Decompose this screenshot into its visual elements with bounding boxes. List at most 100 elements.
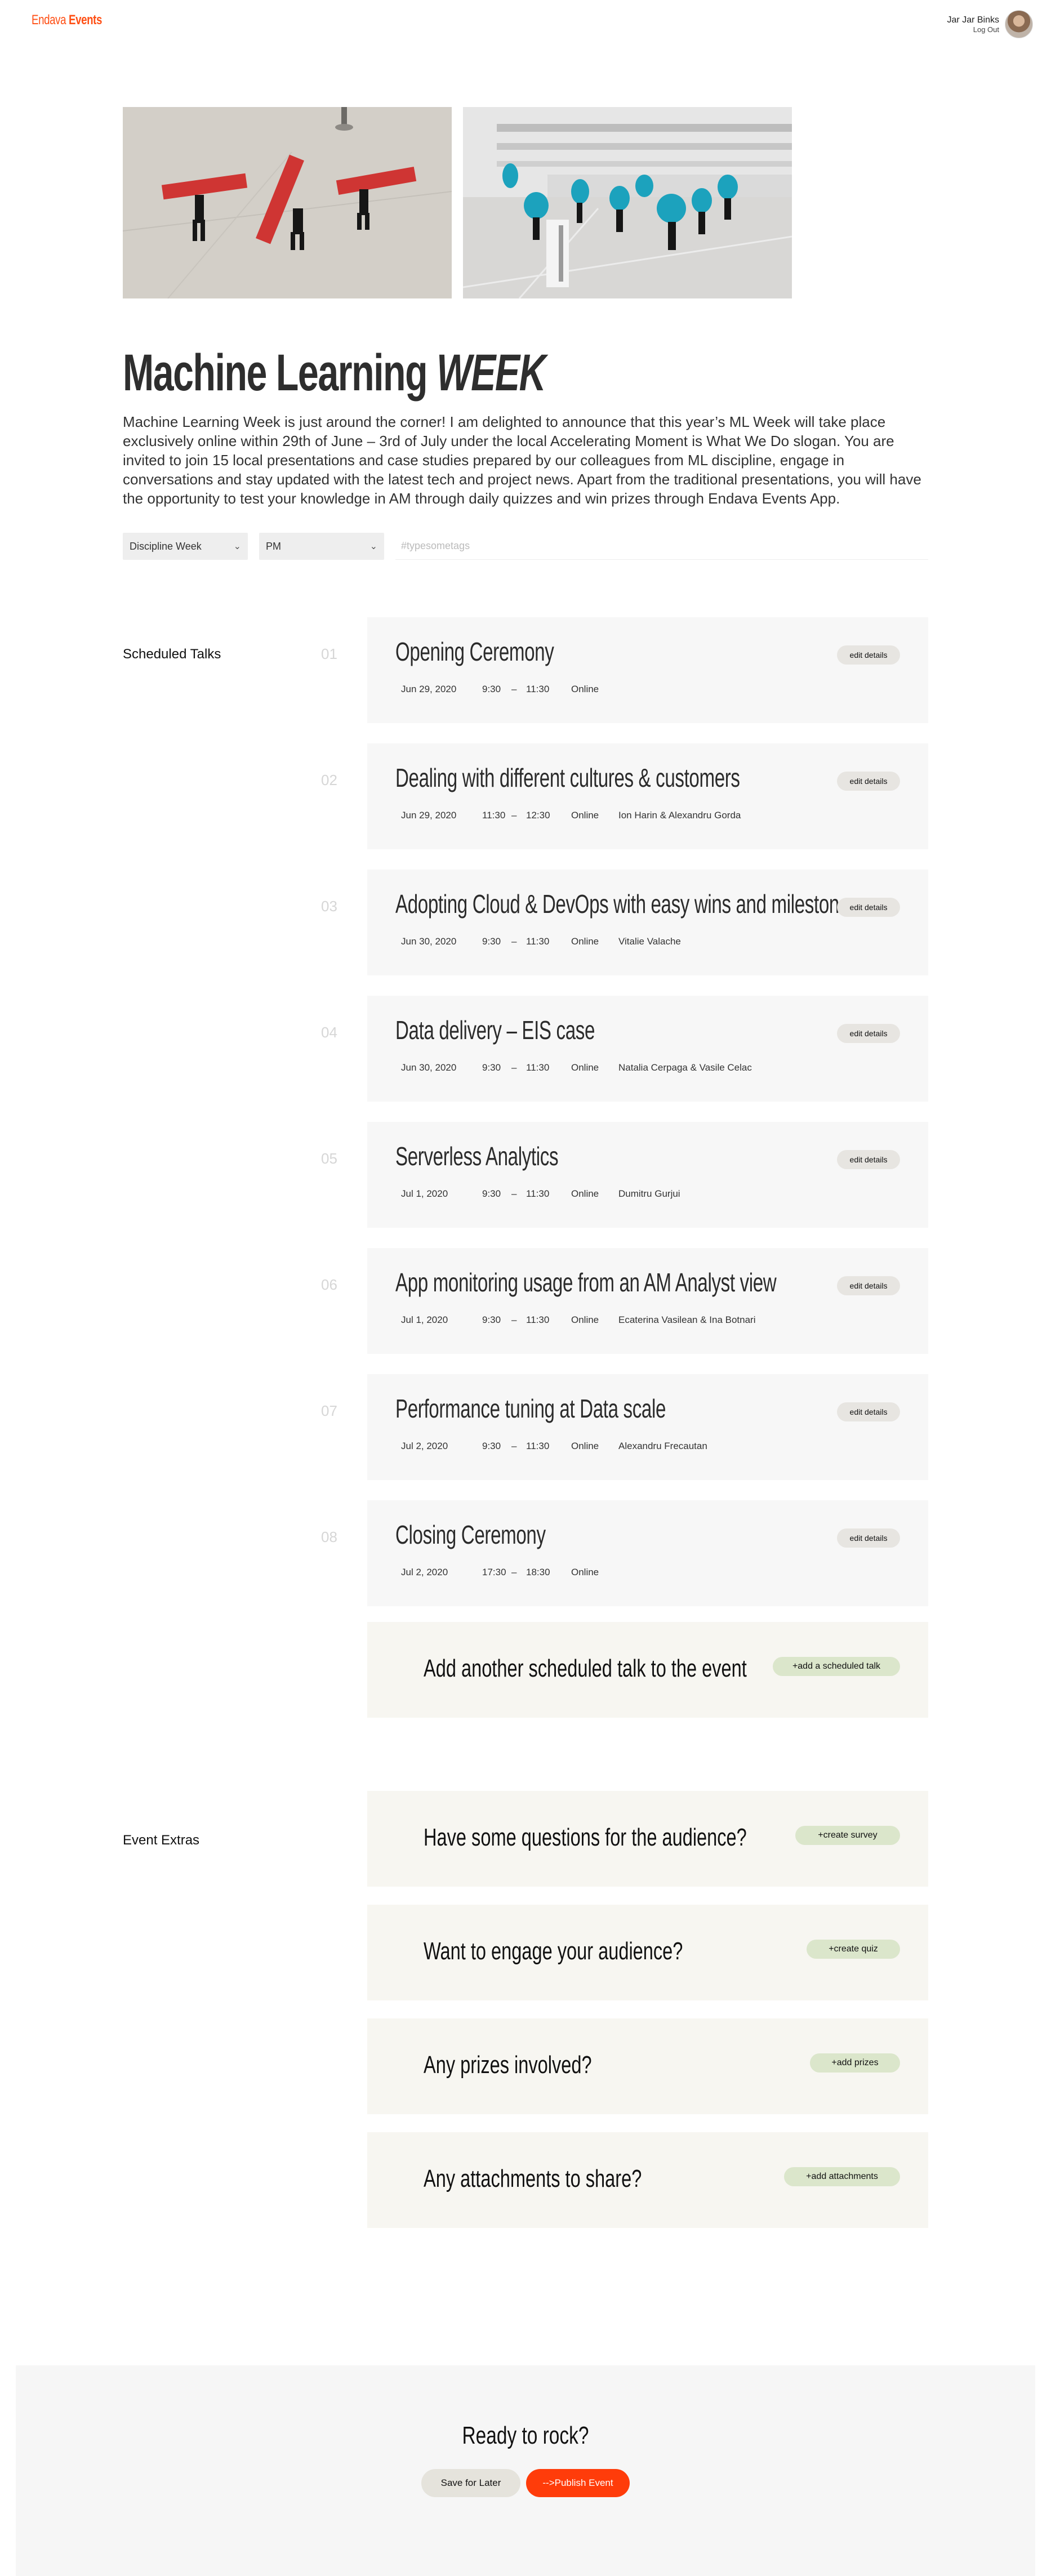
save-for-later-button[interactable]: Save for Later: [421, 2469, 520, 2497]
talk-number: 02: [321, 772, 337, 788]
talk-start-time: 11:30: [482, 810, 506, 821]
extra-text: Any attachments to share?: [424, 2165, 642, 2192]
talk-title: Opening Ceremony: [395, 637, 554, 666]
edit-details-button[interactable]: edit details: [837, 1276, 900, 1295]
talk-title: Adopting Cloud & DevOps with easy wins a…: [395, 889, 865, 919]
talk-meta: Jun 29, 2020 9:30–11:30 Online: [401, 684, 618, 695]
talk-start-time: 17:30: [482, 1567, 506, 1577]
edit-details-button[interactable]: edit details: [837, 1024, 900, 1043]
talk-card[interactable]: Opening Ceremony edit details Jun 29, 2020…: [367, 617, 928, 723]
talk-card[interactable]: Performance tuning at Data scale edit det…: [367, 1374, 928, 1480]
talk-start-time: 9:30: [482, 1188, 501, 1199]
time-separator: –: [511, 684, 517, 694]
talk-location: Online: [571, 810, 599, 821]
add-talk-card: Add another scheduled talk to the event …: [367, 1622, 928, 1718]
talk-location: Online: [571, 936, 599, 947]
brand-logo[interactable]: Endava Events: [32, 12, 122, 28]
talk-end-time: 11:30: [526, 684, 550, 694]
talk-end-time: 11:30: [526, 1188, 550, 1199]
event-type-value: Discipline Week: [130, 540, 202, 552]
talk-start-time: 9:30: [482, 1062, 501, 1073]
user-menu[interactable]: Jar Jar Binks Log Out: [947, 10, 1033, 38]
time-separator: –: [511, 936, 517, 947]
avatar[interactable]: [1005, 10, 1033, 38]
chevron-down-icon: ⌄: [233, 542, 241, 551]
talk-start-time: 9:30: [482, 1314, 501, 1325]
talk-card[interactable]: Serverless Analytics edit details Jul 1, 2…: [367, 1122, 928, 1228]
talk-card[interactable]: App monitoring usage from an AM Analyst …: [367, 1248, 928, 1354]
talk-card[interactable]: Dealing with different cultures & custom…: [367, 743, 928, 849]
talk-speakers: Ecaterina Vasilean & Ina Botnari: [618, 1314, 756, 1325]
talk-title: Performance tuning at Data scale: [395, 1394, 666, 1423]
talk-end-time: 12:30: [526, 810, 550, 821]
edit-details-button[interactable]: edit details: [837, 645, 900, 665]
talk-speakers: Natalia Cerpaga & Vasile Celac: [618, 1062, 752, 1073]
time-separator: –: [511, 1062, 517, 1073]
talk-speakers: Ion Harin & Alexandru Gorda: [618, 810, 741, 821]
talk-start-time: 9:30: [482, 684, 501, 694]
talk-location: Online: [571, 1188, 599, 1199]
talk-meta: Jun 30, 2020 9:30–11:30 Online Vitalie Vala…: [401, 936, 681, 947]
tags-input[interactable]: #typesometags: [395, 533, 928, 560]
talk-start-time: 9:30: [482, 936, 501, 947]
edit-details-button[interactable]: edit details: [837, 1402, 900, 1421]
time-separator: –: [511, 1314, 517, 1325]
title-week: WEEK: [437, 344, 546, 402]
edit-details-button[interactable]: edit details: [837, 898, 900, 917]
edit-details-button[interactable]: edit details: [837, 1528, 900, 1548]
extra-action-button[interactable]: +add prizes: [810, 2053, 900, 2073]
time-separator: –: [511, 1188, 517, 1199]
talk-meta: Jul 2, 2020 17:30–18:30 Online: [401, 1567, 618, 1578]
extra-action-button[interactable]: +add attachments: [784, 2167, 900, 2186]
talk-number: 03: [321, 898, 337, 915]
brand-name: Endava: [32, 12, 66, 28]
extra-action-button[interactable]: +create survey: [795, 1826, 900, 1845]
scheduled-talks-label: Scheduled Talks: [123, 647, 221, 662]
extra-card: Have some questions for the audience? +cr…: [367, 1791, 928, 1887]
talk-number: 06: [321, 1276, 337, 1293]
publish-footer: Ready to rock? Save for Later -->Publish…: [16, 2365, 1035, 2576]
event-description: Machine Learning Week is just around the…: [123, 413, 921, 507]
talk-end-time: 11:30: [526, 936, 550, 947]
time-separator: –: [511, 810, 517, 821]
talk-location: Online: [571, 1062, 599, 1073]
talk-date: Jun 30, 2020: [401, 936, 457, 947]
talk-end-time: 11:30: [526, 1314, 550, 1325]
edit-details-button[interactable]: edit details: [837, 1150, 900, 1169]
time-separator: –: [511, 1441, 517, 1451]
publish-event-button[interactable]: -->Publish Event: [526, 2469, 630, 2497]
talk-meta: Jul 1, 2020 9:30–11:30 Online Dumitru Gurju…: [401, 1188, 680, 1200]
talk-title: Data delivery – EIS case: [395, 1015, 595, 1045]
talk-meta: Jul 2, 2020 9:30–11:30 Online Alexandru Fre…: [401, 1441, 707, 1452]
talk-date: Jun 29, 2020: [401, 810, 457, 821]
talk-card[interactable]: Adopting Cloud & DevOps with easy wins a…: [367, 870, 928, 975]
add-scheduled-talk-button[interactable]: +add a scheduled talk: [773, 1657, 900, 1676]
talk-date: Jun 30, 2020: [401, 1062, 457, 1073]
logout-link[interactable]: Log Out: [947, 25, 999, 34]
brand-suffix: Events: [68, 12, 103, 28]
talk-card[interactable]: Closing Ceremony edit details Jul 2, 2020 1…: [367, 1500, 928, 1606]
event-type-select[interactable]: Discipline Week ⌄: [123, 533, 248, 560]
talk-date: Jul 2, 2020: [401, 1567, 448, 1577]
hero-image-left: [123, 107, 452, 298]
event-extras-label: Event Extras: [123, 1833, 200, 1848]
talk-speakers: Vitalie Valache: [618, 936, 681, 947]
talk-meta: Jun 29, 2020 11:30–12:30 Online Ion Harin &…: [401, 810, 741, 821]
talk-number: 05: [321, 1150, 337, 1167]
extra-card: Want to engage your audience? +create qui…: [367, 1905, 928, 2000]
extra-card: Any attachments to share? +add attachment…: [367, 2132, 928, 2228]
extra-text: Want to engage your audience?: [424, 1937, 683, 1965]
talk-speakers: Alexandru Frecautan: [618, 1441, 707, 1451]
talk-card[interactable]: Data delivery – EIS case edit details Jun …: [367, 996, 928, 1102]
talk-meta: Jul 1, 2020 9:30–11:30 Online Ecaterina Vas…: [401, 1314, 756, 1326]
edit-details-button[interactable]: edit details: [837, 772, 900, 791]
hero-image-right: [463, 107, 792, 298]
talk-meta: Jun 30, 2020 9:30–11:30 Online Natalia Cerp…: [401, 1062, 752, 1073]
talk-end-time: 11:30: [526, 1441, 550, 1451]
talk-date: Jul 2, 2020: [401, 1441, 448, 1451]
talk-location: Online: [571, 1441, 599, 1451]
talk-end-time: 18:30: [526, 1567, 550, 1577]
extra-action-button[interactable]: +create quiz: [807, 1940, 900, 1959]
talk-number: 07: [321, 1402, 337, 1419]
discipline-select[interactable]: PM ⌄: [259, 533, 384, 560]
